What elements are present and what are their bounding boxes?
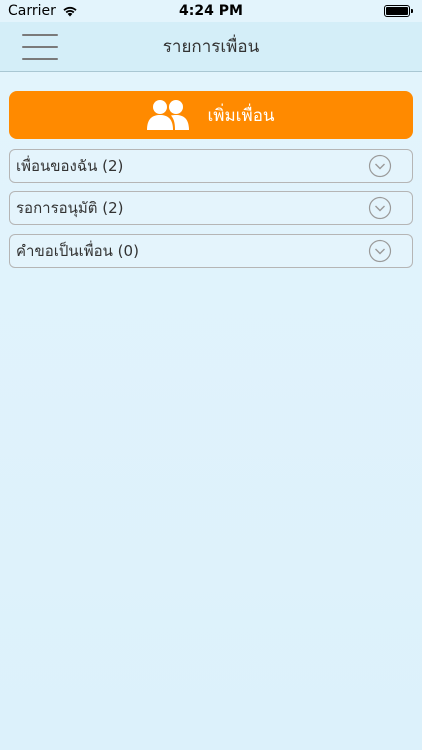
status-bar: Carrier 4:24 PM [0, 0, 422, 22]
section-friend-requests[interactable]: คำขอเป็นเพื่อน (0) [9, 234, 413, 268]
menu-icon-line [22, 34, 58, 36]
add-friend-label: เพิ่มเพื่อน [207, 105, 275, 126]
nav-bar: รายการเพื่อน [0, 22, 422, 72]
menu-icon-line [22, 58, 58, 60]
page-title: รายการเพื่อน [162, 37, 260, 57]
wifi-icon [63, 6, 77, 17]
add-friend-button[interactable]: เพิ่มเพื่อน [9, 91, 413, 139]
chevron-down-icon [368, 196, 392, 220]
screen: Carrier 4:24 PM รายการเพื่อน เพิ่มเพื่อน… [0, 0, 422, 750]
section-my-friends[interactable]: เพื่อนของฉัน (2) [9, 149, 413, 183]
carrier-label: Carrier [8, 3, 56, 19]
section-label: คำขอเป็นเพื่อน (0) [16, 242, 139, 260]
menu-button[interactable] [22, 34, 58, 60]
menu-icon-line [22, 46, 58, 48]
section-pending-approval[interactable]: รอการอนุมัติ (2) [9, 191, 413, 225]
status-left: Carrier [8, 3, 78, 19]
chevron-down-icon [368, 239, 392, 263]
section-label: รอการอนุมัติ (2) [16, 199, 124, 217]
battery-icon [384, 5, 413, 17]
chevron-down-icon [368, 154, 392, 178]
section-label: เพื่อนของฉัน (2) [16, 157, 124, 175]
users-icon [147, 100, 190, 130]
